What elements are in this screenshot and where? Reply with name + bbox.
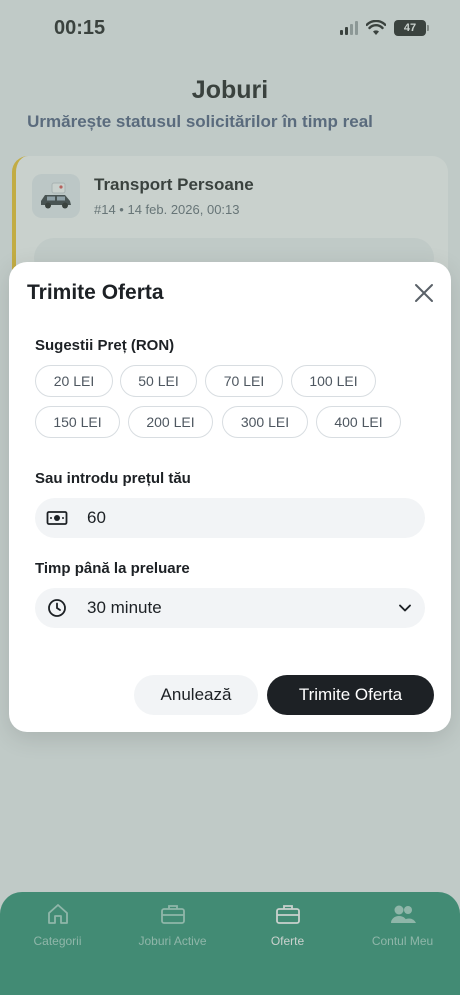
cancel-button[interactable]: Anulează bbox=[134, 675, 258, 715]
price-chip-150[interactable]: 150 LEI bbox=[35, 406, 120, 438]
pickup-time-label: Timp până la preluare bbox=[35, 560, 190, 577]
custom-price-label: Sau introdu prețul tău bbox=[35, 470, 191, 487]
price-chip-400[interactable]: 400 LEI bbox=[316, 406, 401, 438]
pickup-time-select[interactable]: 30 minute bbox=[35, 588, 425, 628]
clock-icon bbox=[35, 598, 79, 618]
close-icon bbox=[415, 284, 433, 302]
modal-title: Trimite Oferta bbox=[27, 281, 164, 304]
price-chip-200[interactable]: 200 LEI bbox=[128, 406, 213, 438]
custom-price-value: 60 bbox=[87, 508, 106, 527]
chevron-down-icon bbox=[385, 603, 425, 613]
price-suggestions-label: Sugestii Preț (RON) bbox=[35, 337, 175, 354]
close-button[interactable] bbox=[411, 280, 437, 306]
send-offer-modal: Trimite Oferta Sugestii Preț (RON) 20 LE… bbox=[9, 262, 451, 732]
custom-price-input[interactable]: 60 bbox=[35, 498, 425, 538]
pickup-time-value: 30 minute bbox=[87, 598, 162, 617]
price-chip-100[interactable]: 100 LEI bbox=[291, 365, 376, 397]
price-chip-20[interactable]: 20 LEI bbox=[35, 365, 113, 397]
price-chip-50[interactable]: 50 LEI bbox=[120, 365, 197, 397]
send-offer-button[interactable]: Trimite Oferta bbox=[267, 675, 434, 715]
cash-icon bbox=[35, 510, 79, 526]
price-chip-300[interactable]: 300 LEI bbox=[222, 406, 308, 438]
price-chip-70[interactable]: 70 LEI bbox=[205, 365, 283, 397]
